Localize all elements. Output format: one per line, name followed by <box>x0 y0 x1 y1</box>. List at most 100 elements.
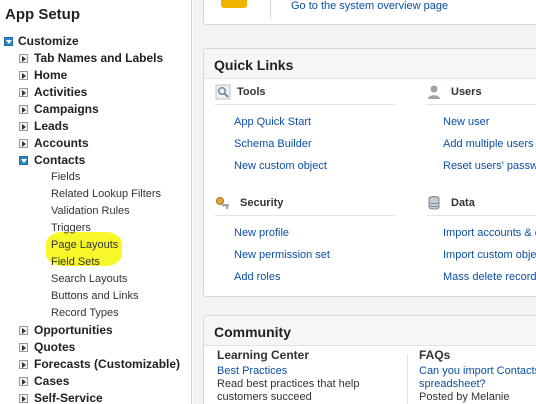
learning-center-text-2: customers succeed <box>217 391 312 403</box>
sidebar-item-quotes[interactable]: Quotes <box>0 339 191 356</box>
faqs-heading: FAQs <box>419 348 451 362</box>
key-icon <box>216 197 229 209</box>
sidebar-item-label: Triggers <box>51 222 91 234</box>
sidebar-item-label: Contacts <box>34 153 86 167</box>
community-title: Community <box>204 316 536 346</box>
sidebar-item-label: Field Sets <box>51 256 100 268</box>
divider <box>215 215 395 216</box>
divider <box>426 104 536 105</box>
expand-toggle-icon[interactable] <box>19 139 28 148</box>
sidebar-item-opportunities[interactable]: Opportunities <box>0 322 191 339</box>
mass-delete-records-link[interactable]: Mass delete record <box>443 271 536 283</box>
sidebar-item-label: Fields <box>51 171 81 183</box>
learning-center-text: Read best practices that help <box>217 378 360 390</box>
sidebar-item-validation-rules[interactable]: Validation Rules <box>0 203 191 220</box>
sidebar-item-label: Accounts <box>34 136 89 150</box>
new-profile-link[interactable]: New profile <box>234 227 289 239</box>
app-quick-start-link[interactable]: App Quick Start <box>234 116 311 128</box>
sidebar-item-forecasts[interactable]: Forecasts (Customizable) <box>0 356 191 373</box>
sidebar-item-label: Self-Service <box>34 391 103 404</box>
sidebar-item-tab-names-and-labels[interactable]: Tab Names and Labels <box>0 50 191 67</box>
expand-toggle-icon[interactable] <box>19 54 28 63</box>
sidebar-item-customize[interactable]: Customize <box>0 33 191 50</box>
sidebar-item-label: Campaigns <box>34 102 99 116</box>
sidebar-item-triggers[interactable]: Triggers <box>0 220 191 237</box>
import-accounts-link[interactable]: Import accounts & c <box>443 227 536 239</box>
sidebar-item-campaigns[interactable]: Campaigns <box>0 101 191 118</box>
sidebar-item-label: Activities <box>34 85 88 99</box>
users-section-heading: Users <box>426 84 536 104</box>
sidebar-item-page-layouts[interactable]: Page Layouts <box>0 237 191 254</box>
sidebar-item-label: Opportunities <box>34 323 113 337</box>
security-heading-label: Security <box>240 197 284 209</box>
learning-center-heading: Learning Center <box>217 348 310 362</box>
add-roles-link[interactable]: Add roles <box>234 271 280 283</box>
schema-builder-link[interactable]: Schema Builder <box>234 138 312 150</box>
expand-toggle-icon[interactable] <box>19 343 28 352</box>
sidebar-item-label: Home <box>34 68 68 82</box>
faq-question-link-2[interactable]: spreadsheet? <box>419 378 486 390</box>
magnifier-icon <box>215 84 231 100</box>
new-custom-object-link[interactable]: New custom object <box>234 160 327 172</box>
sidebar-item-buttons-and-links[interactable]: Buttons and Links <box>0 288 191 305</box>
new-permission-set-link[interactable]: New permission set <box>234 249 330 261</box>
sidebar-item-search-layouts[interactable]: Search Layouts <box>0 271 191 288</box>
expand-toggle-icon[interactable] <box>19 326 28 335</box>
sidebar-item-contacts[interactable]: Contacts <box>0 152 191 169</box>
divider <box>407 354 408 404</box>
sidebar-item-label: Buttons and Links <box>51 290 139 302</box>
new-user-link[interactable]: New user <box>443 116 489 128</box>
sidebar-item-self-service[interactable]: Self-Service <box>0 390 191 404</box>
users-heading-label: Users <box>451 86 482 98</box>
sidebar-item-label: Forecasts (Customizable) <box>34 357 181 371</box>
sidebar-item-home[interactable]: Home <box>0 67 191 84</box>
sidebar-item-fields[interactable]: Fields <box>0 169 191 186</box>
sidebar-item-label: Leads <box>34 119 69 133</box>
quick-links-panel: Quick Links Tools App Quick Start Schema… <box>203 48 536 297</box>
sidebar-item-label: Page Layouts <box>51 239 119 251</box>
setup-sidebar: App Setup Customize Tab Names and Labels H… <box>0 0 192 404</box>
system-overview-link[interactable]: Go to the system overview page <box>291 0 448 12</box>
expand-toggle-icon[interactable] <box>19 360 28 369</box>
system-overview-panel: Go to the system overview page <box>203 0 536 25</box>
faq-posted-by: Posted by Melanie Willian <box>419 391 510 403</box>
expand-toggle-icon[interactable] <box>19 394 28 403</box>
divider <box>426 215 536 216</box>
sidebar-item-label: Record Types <box>51 307 119 319</box>
data-section-heading: Data <box>426 195 536 215</box>
sidebar-item-record-types[interactable]: Record Types <box>0 305 191 322</box>
sidebar-item-label: Cases <box>34 374 70 388</box>
expand-toggle-icon[interactable] <box>19 71 28 80</box>
tools-section-heading: Tools <box>215 84 395 104</box>
tools-heading-label: Tools <box>237 86 266 98</box>
security-section-heading: Security <box>215 195 395 215</box>
expand-toggle-icon[interactable] <box>19 105 28 114</box>
data-heading-label: Data <box>451 197 475 209</box>
sidebar-item-label: Customize <box>18 34 79 48</box>
collapse-toggle-icon[interactable] <box>19 156 28 165</box>
sidebar-item-leads[interactable]: Leads <box>0 118 191 135</box>
sidebar-item-accounts[interactable]: Accounts <box>0 135 191 152</box>
warning-icon <box>221 0 247 8</box>
sidebar-item-cases[interactable]: Cases <box>0 373 191 390</box>
database-icon <box>428 196 440 210</box>
faq-question-link[interactable]: Can you import Contacts <box>419 365 536 377</box>
sidebar-item-label: Tab Names and Labels <box>34 51 164 65</box>
import-custom-objects-link[interactable]: Import custom objec <box>443 249 536 261</box>
reset-users-password-link[interactable]: Reset users' passw <box>443 160 536 172</box>
sidebar-item-related-lookup-filters[interactable]: Related Lookup Filters <box>0 186 191 203</box>
sidebar-item-field-sets[interactable]: Field Sets <box>0 254 191 271</box>
expand-toggle-icon[interactable] <box>19 122 28 131</box>
divider <box>215 104 395 105</box>
setup-tree: Customize Tab Names and Labels Home Activit… <box>0 33 191 404</box>
collapse-toggle-icon[interactable] <box>4 37 13 46</box>
sidebar-item-activities[interactable]: Activities <box>0 84 191 101</box>
add-multiple-users-link[interactable]: Add multiple users <box>443 138 534 150</box>
expand-toggle-icon[interactable] <box>19 88 28 97</box>
sidebar-item-label: Search Layouts <box>51 273 128 285</box>
expand-toggle-icon[interactable] <box>19 377 28 386</box>
sidebar-item-label: Related Lookup Filters <box>51 188 162 200</box>
quick-links-title: Quick Links <box>204 49 536 79</box>
main-content: Go to the system overview page Quick Lin… <box>193 0 536 404</box>
best-practices-link[interactable]: Best Practices <box>217 365 287 377</box>
